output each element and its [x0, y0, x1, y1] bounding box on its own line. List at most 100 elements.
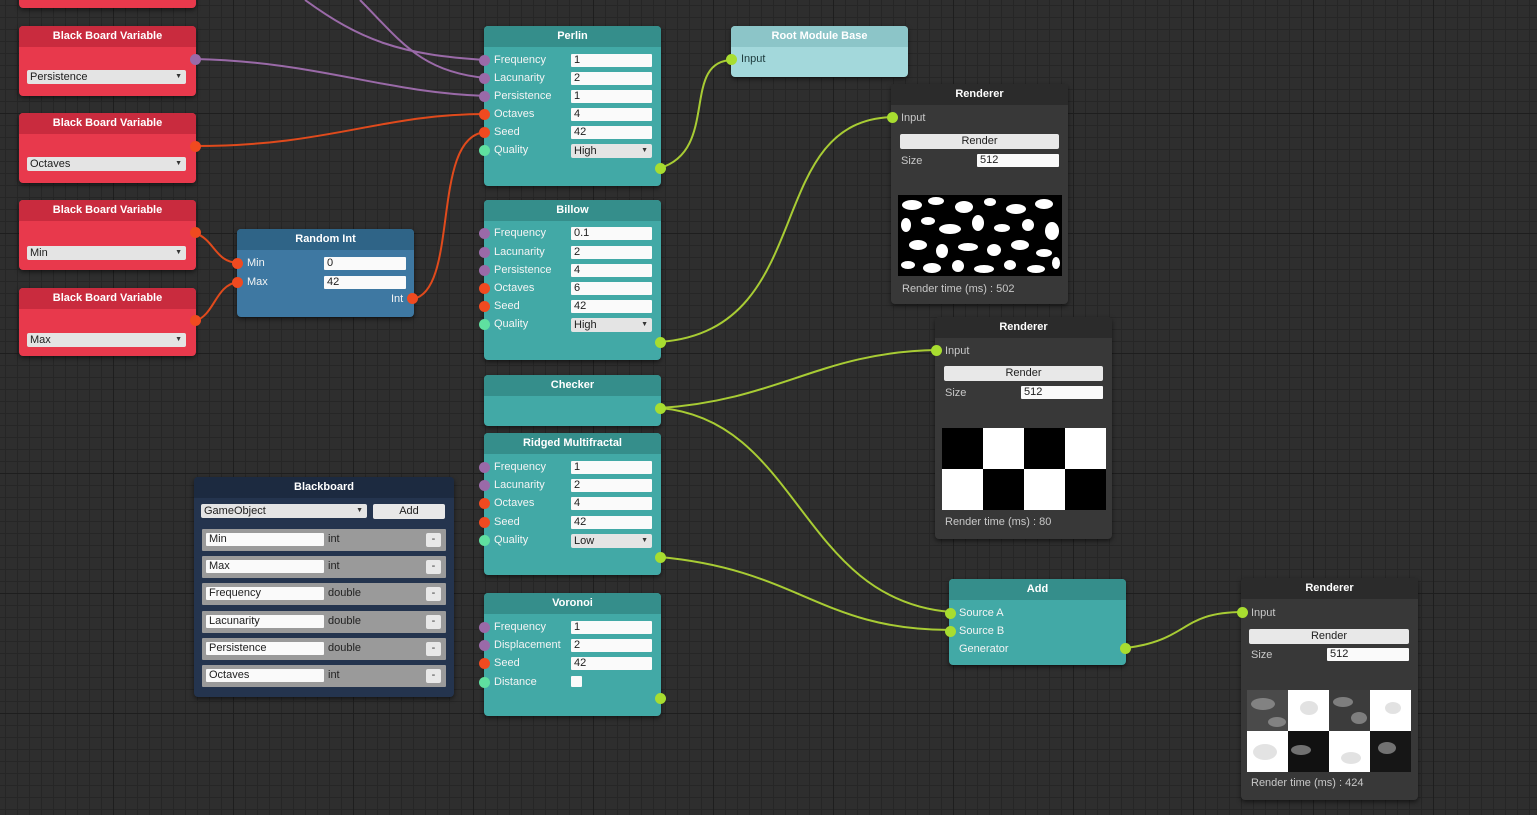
variable-select[interactable]: Octaves ▼: [27, 157, 186, 171]
persistence-field[interactable]: 4: [571, 264, 652, 277]
octaves-field[interactable]: 4: [571, 108, 652, 121]
output-port[interactable]: [655, 163, 666, 174]
seed-field[interactable]: 42: [571, 657, 652, 670]
seed-field[interactable]: 42: [571, 126, 652, 139]
octaves-field[interactable]: 6: [571, 282, 652, 295]
input-port[interactable]: [945, 608, 956, 619]
distance-checkbox[interactable]: [571, 676, 582, 687]
input-port[interactable]: [479, 265, 490, 276]
octaves-field[interactable]: 4: [571, 497, 652, 510]
render-button[interactable]: Render: [1249, 629, 1409, 644]
add-variable-button[interactable]: Add: [373, 504, 445, 519]
lacunarity-field[interactable]: 2: [571, 479, 652, 492]
displacement-field[interactable]: 2: [571, 639, 652, 652]
input-port[interactable]: [726, 54, 737, 65]
variable-name-field[interactable]: Frequency: [206, 587, 324, 600]
variable-name-field[interactable]: Octaves: [206, 669, 324, 682]
input-port[interactable]: [479, 91, 490, 102]
frequency-field[interactable]: 1: [571, 54, 652, 67]
frequency-field[interactable]: 1: [571, 461, 652, 474]
variable-name-field[interactable]: Min: [206, 533, 324, 546]
output-port[interactable]: [190, 54, 201, 65]
input-port[interactable]: [479, 640, 490, 651]
blackboard-variable-node[interactable]: Black Board Variable Persistence ▼: [19, 26, 201, 96]
input-port[interactable]: [232, 277, 243, 288]
voronoi-node[interactable]: Voronoi Frequency 1 Displacement 2 Seed 42 …: [479, 593, 666, 716]
checker-node[interactable]: Checker: [484, 375, 666, 426]
input-port[interactable]: [479, 498, 490, 509]
variable-select[interactable]: Max ▼: [27, 333, 186, 347]
blackboard-panel[interactable]: Blackboard GameObject ▼ Add Min int - Max in…: [194, 477, 454, 697]
frequency-field[interactable]: 0.1: [571, 227, 652, 240]
billow-node[interactable]: Billow Frequency 0.1 Lacunarity 2 Persiste…: [479, 200, 666, 360]
max-field[interactable]: 42: [324, 276, 406, 289]
renderer-node[interactable]: Renderer Input Render Size 512 Render ti…: [887, 84, 1068, 304]
output-port[interactable]: [655, 337, 666, 348]
variable-name-field[interactable]: Persistence: [206, 642, 324, 655]
render-button[interactable]: Render: [944, 366, 1103, 381]
input-port[interactable]: [931, 345, 942, 356]
input-port[interactable]: [479, 319, 490, 330]
type-select[interactable]: GameObject ▼: [201, 504, 367, 518]
remove-variable-button[interactable]: -: [426, 533, 441, 547]
input-port[interactable]: [479, 658, 490, 669]
renderer-node[interactable]: Renderer Input Render Size 512 Render ti…: [1237, 578, 1418, 800]
input-port[interactable]: [479, 109, 490, 120]
output-port[interactable]: [655, 552, 666, 563]
remove-variable-button[interactable]: -: [426, 560, 441, 574]
blackboard-variable-node[interactable]: Black Board Variable Max ▼: [19, 288, 201, 356]
size-field[interactable]: 512: [1021, 386, 1103, 399]
output-port[interactable]: [407, 293, 418, 304]
ridged-multifractal-node[interactable]: Ridged Multifractal Frequency 1 Lacunarit…: [479, 433, 666, 575]
input-port[interactable]: [479, 677, 490, 688]
input-port[interactable]: [479, 622, 490, 633]
persistence-field[interactable]: 1: [571, 90, 652, 103]
perlin-node[interactable]: Perlin Frequency 1 Lacunarity 2 Persistenc…: [479, 26, 666, 186]
input-port[interactable]: [479, 145, 490, 156]
input-port[interactable]: [479, 283, 490, 294]
output-port[interactable]: [655, 403, 666, 414]
render-button[interactable]: Render: [900, 134, 1059, 149]
remove-variable-button[interactable]: -: [426, 642, 441, 656]
lacunarity-field[interactable]: 2: [571, 72, 652, 85]
seed-field[interactable]: 42: [571, 300, 652, 313]
variable-name-field[interactable]: Max: [206, 560, 324, 573]
input-port[interactable]: [479, 480, 490, 491]
input-port[interactable]: [232, 258, 243, 269]
root-module-node[interactable]: Root Module Base Input: [726, 26, 908, 77]
min-field[interactable]: 0: [324, 257, 406, 270]
input-port[interactable]: [479, 535, 490, 546]
output-port[interactable]: [190, 227, 201, 238]
input-port[interactable]: [479, 462, 490, 473]
remove-variable-button[interactable]: -: [426, 587, 441, 601]
add-node[interactable]: Add Source A Source B Generator: [945, 579, 1131, 665]
size-field[interactable]: 512: [977, 154, 1059, 167]
input-port[interactable]: [479, 73, 490, 84]
output-port[interactable]: [655, 693, 666, 704]
input-port[interactable]: [1237, 607, 1248, 618]
quality-select[interactable]: High ▼: [571, 144, 652, 158]
output-port[interactable]: [190, 315, 201, 326]
renderer-node[interactable]: Renderer Input Render Size 512 Render ti…: [931, 317, 1112, 539]
variable-select[interactable]: Persistence ▼: [27, 70, 186, 84]
random-int-node[interactable]: Random Int Min 0 Max 42 Int: [232, 229, 418, 317]
blackboard-variable-node[interactable]: Black Board Variable Octaves ▼: [19, 113, 201, 183]
remove-variable-button[interactable]: -: [426, 615, 441, 629]
input-port[interactable]: [479, 127, 490, 138]
input-port[interactable]: [479, 301, 490, 312]
lacunarity-field[interactable]: 2: [571, 246, 652, 259]
blackboard-variable-node[interactable]: [19, 0, 196, 8]
input-port[interactable]: [945, 626, 956, 637]
input-port[interactable]: [479, 55, 490, 66]
variable-name-field[interactable]: Lacunarity: [206, 615, 324, 628]
input-port[interactable]: [479, 517, 490, 528]
output-port[interactable]: [190, 141, 201, 152]
quality-select[interactable]: Low ▼: [571, 534, 652, 548]
remove-variable-button[interactable]: -: [426, 669, 441, 683]
input-port[interactable]: [479, 247, 490, 258]
input-port[interactable]: [479, 228, 490, 239]
seed-field[interactable]: 42: [571, 516, 652, 529]
frequency-field[interactable]: 1: [571, 621, 652, 634]
quality-select[interactable]: High ▼: [571, 318, 652, 332]
size-field[interactable]: 512: [1327, 648, 1409, 661]
